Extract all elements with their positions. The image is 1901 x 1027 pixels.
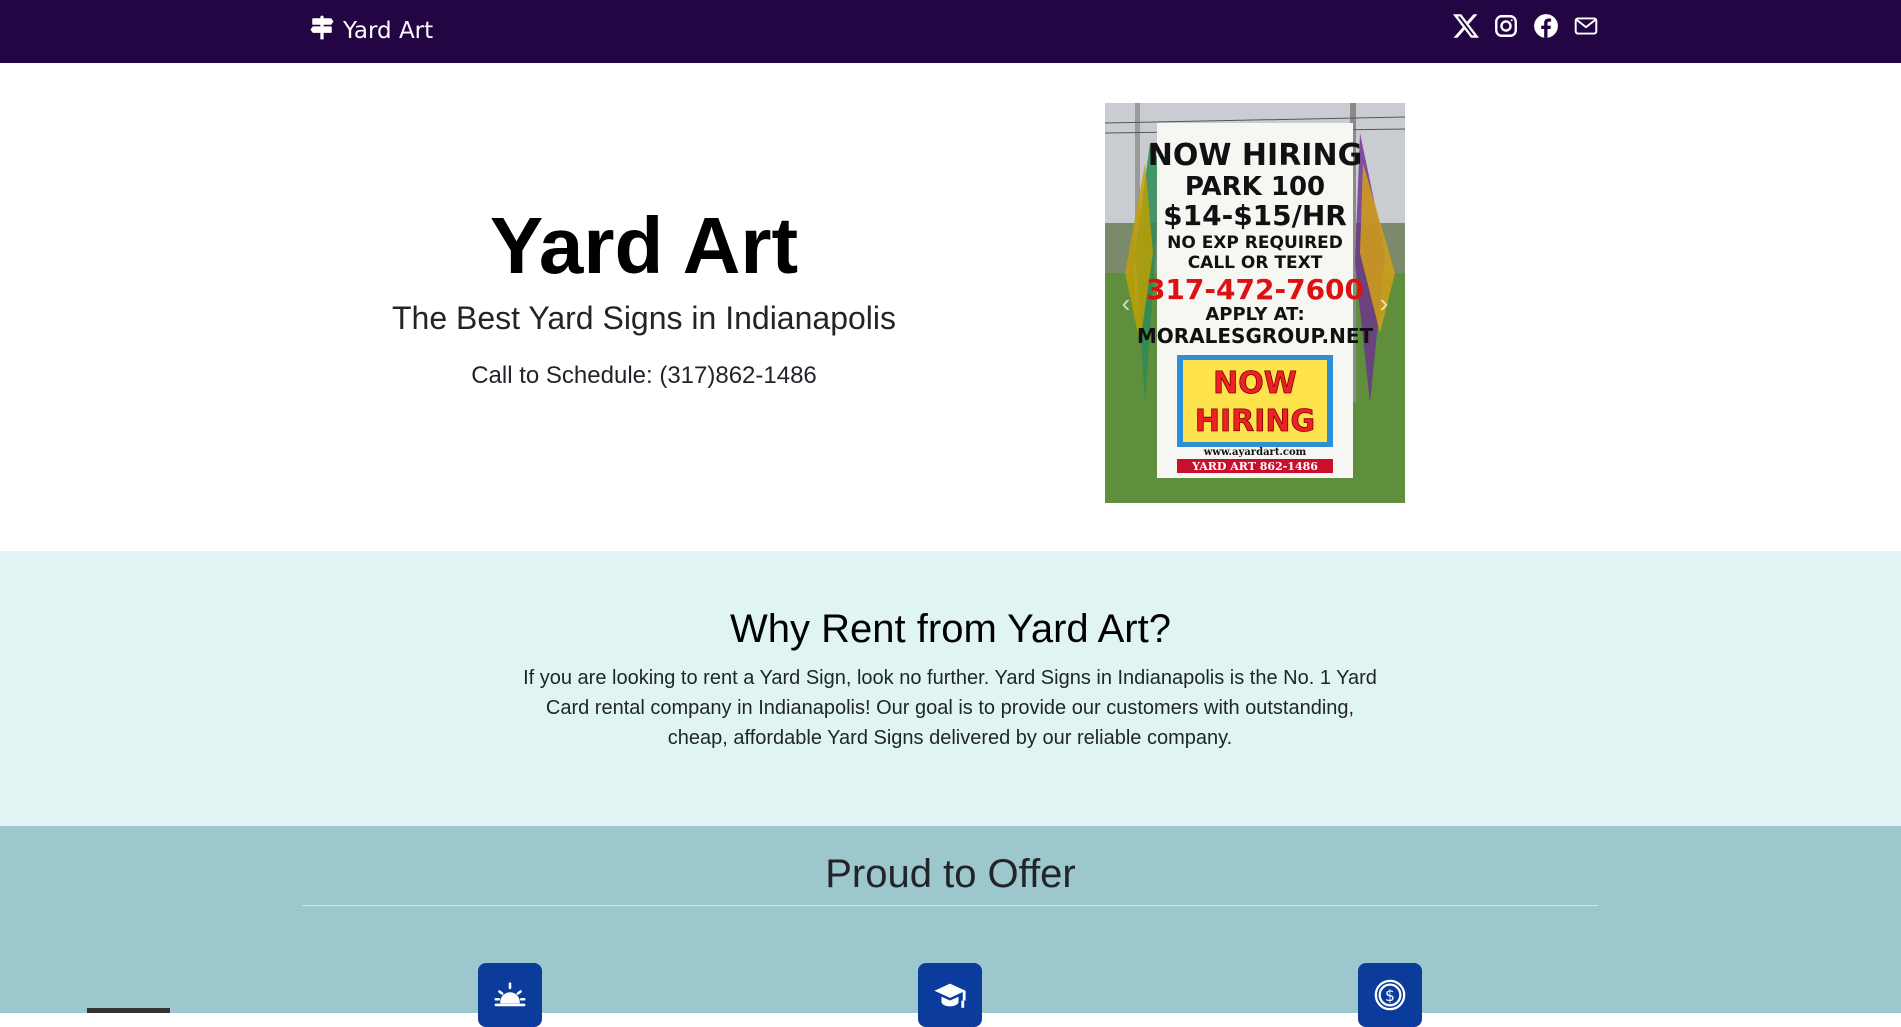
chevron-left-icon[interactable]: ‹ (1111, 288, 1141, 318)
hero-subtitle: The Best Yard Signs in Indianapolis (391, 300, 896, 336)
sunrise-icon (478, 963, 542, 1027)
sign-line-11: www.ayardart.com (1203, 447, 1307, 458)
why-paragraph: If you are looking to rent a Yard Sign, … (510, 663, 1390, 753)
x-twitter-icon[interactable] (1452, 12, 1480, 40)
signpost-icon (309, 15, 335, 47)
offer-heading: Proud to Offer (825, 852, 1076, 896)
brand-link[interactable]: Yard Art (309, 14, 433, 48)
dollar-coin-icon: $ (1358, 963, 1422, 1027)
sign-line-6: 317-472-7600 (1146, 273, 1364, 306)
why-line-1: If you are looking to rent a Yard Sign, … (523, 667, 1377, 689)
image-carousel[interactable]: NOW HIRING PARK 100 $14-$15/HR NO EXP RE… (1105, 103, 1405, 503)
offer-section: Proud to Offer $ (0, 826, 1901, 1027)
envelope-icon[interactable] (1572, 12, 1600, 40)
chevron-right-icon[interactable]: › (1369, 288, 1399, 318)
navbar: Yard Art (0, 0, 1901, 63)
graduation-cap-icon (918, 963, 982, 1027)
hero-call-text: Call to Schedule: (317)862-1486 (471, 362, 817, 389)
brand-name: Yard Art (343, 18, 434, 44)
instagram-icon[interactable] (1492, 12, 1520, 40)
sign-line-5: CALL OR TEXT (1188, 253, 1323, 273)
sign-line-1: NOW HIRING (1148, 138, 1362, 173)
why-heading: Why Rent from Yard Art? (730, 607, 1171, 651)
hero-title: Yard Art (489, 201, 799, 290)
svg-text:$: $ (1385, 987, 1395, 1005)
yard-sign-photo: NOW HIRING PARK 100 $14-$15/HR NO EXP RE… (1105, 103, 1405, 503)
bottom-left-tab[interactable] (87, 1008, 170, 1013)
why-section: Why Rent from Yard Art? If you are looki… (0, 551, 1901, 826)
sign-line-7: APPLY AT: (1205, 304, 1304, 325)
facebook-icon[interactable] (1532, 12, 1560, 40)
why-line-3: cheap, affordable Yard Signs delivered b… (667, 727, 1233, 749)
sign-line-3: $14-$15/HR (1163, 199, 1347, 232)
why-line-2: Card rental company in Indianapolis! Our… (545, 697, 1355, 719)
sign-line-2: PARK 100 (1185, 172, 1325, 202)
offer-divider (302, 905, 1598, 906)
sign-line-8: MORALESGROUP.NET (1137, 324, 1374, 348)
sign-line-4: NO EXP REQUIRED (1167, 233, 1343, 253)
hero-section: Yard Art The Best Yard Signs in Indianap… (0, 63, 1901, 551)
sign-line-9: NOW (1213, 366, 1297, 401)
sign-line-10: HIRING (1195, 404, 1315, 439)
sign-line-12: YARD ART 862-1486 (1191, 460, 1318, 473)
